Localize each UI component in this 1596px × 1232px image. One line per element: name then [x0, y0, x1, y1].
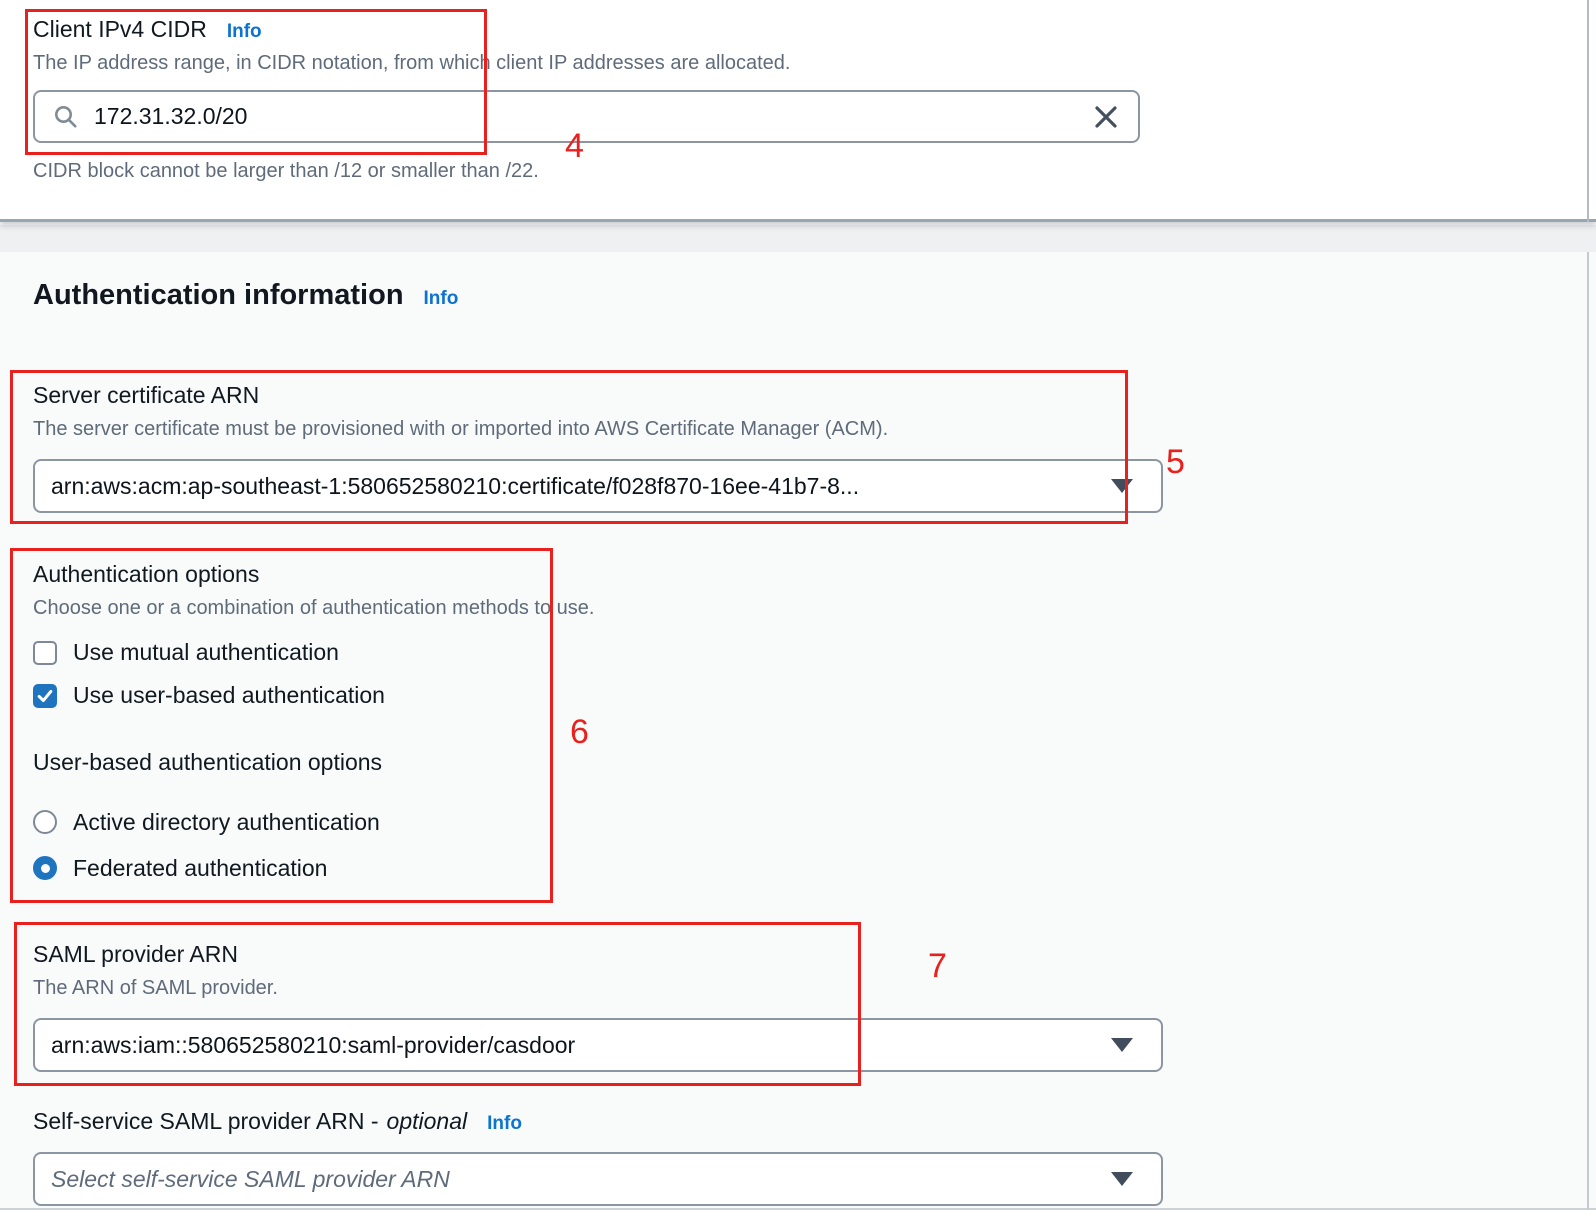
- user-based-options-group: User-based authentication options Active…: [33, 747, 1596, 891]
- client-cidr-info-link[interactable]: Info: [227, 21, 262, 43]
- self-service-saml-group: Self-service SAML provider ARN - optiona…: [33, 1106, 1596, 1206]
- server-certificate-group: Server certificate ARN The server certif…: [33, 380, 1596, 513]
- authentication-panel: Authentication information Info Server c…: [0, 252, 1596, 1210]
- active-directory-radio[interactable]: [33, 810, 57, 834]
- search-icon: [53, 104, 79, 130]
- chevron-down-icon: [1111, 479, 1133, 493]
- section-divider: [0, 225, 1596, 252]
- self-service-saml-select[interactable]: Select self-service SAML provider ARN: [33, 1152, 1163, 1206]
- clear-input-icon[interactable]: [1092, 103, 1120, 131]
- mutual-authentication-row: Use mutual authentication: [33, 631, 1596, 674]
- saml-provider-value: arn:aws:iam::580652580210:saml-provider/…: [51, 1031, 576, 1058]
- panel-right-border: [1587, 0, 1589, 222]
- saml-provider-select[interactable]: arn:aws:iam::580652580210:saml-provider/…: [33, 1018, 1163, 1072]
- chevron-down-icon: [1111, 1038, 1133, 1052]
- chevron-down-icon: [1111, 1172, 1133, 1186]
- server-certificate-select[interactable]: arn:aws:acm:ap-southeast-1:580652580210:…: [33, 459, 1163, 513]
- client-vpn-endpoint-form: Client IPv4 CIDR Info The IP address ran…: [0, 0, 1596, 1232]
- saml-provider-group: SAML provider ARN The ARN of SAML provid…: [33, 939, 1596, 1072]
- server-certificate-description: The server certificate must be provision…: [33, 418, 889, 440]
- federated-authentication-radio[interactable]: [33, 856, 57, 880]
- active-directory-row: Active directory authentication: [33, 799, 1596, 845]
- self-service-saml-placeholder: Select self-service SAML provider ARN: [51, 1165, 450, 1192]
- client-cidr-value: 172.31.32.0/20: [94, 103, 248, 129]
- server-certificate-value: arn:aws:acm:ap-southeast-1:580652580210:…: [51, 472, 860, 499]
- authentication-options-description: Choose one or a combination of authentic…: [33, 597, 595, 619]
- active-directory-label: Active directory authentication: [73, 808, 380, 835]
- client-cidr-description: The IP address range, in CIDR notation, …: [33, 52, 791, 74]
- federated-authentication-label: Federated authentication: [73, 854, 328, 881]
- authentication-info-link[interactable]: Info: [424, 288, 459, 310]
- panel-right-border: [1587, 252, 1589, 1210]
- mutual-authentication-checkbox[interactable]: [33, 640, 57, 665]
- client-cidr-panel: Client IPv4 CIDR Info The IP address ran…: [0, 0, 1596, 222]
- user-based-authentication-label: Use user-based authentication: [73, 682, 385, 708]
- federated-authentication-row: Federated authentication: [33, 845, 1596, 891]
- user-based-authentication-row: Use user-based authentication: [33, 674, 1596, 717]
- saml-provider-label: SAML provider ARN: [33, 941, 238, 967]
- server-certificate-label: Server certificate ARN: [33, 382, 260, 408]
- mutual-authentication-label: Use mutual authentication: [73, 639, 339, 665]
- self-service-saml-info-link[interactable]: Info: [487, 1113, 522, 1135]
- self-service-saml-label: Self-service SAML provider ARN -: [33, 1108, 379, 1134]
- client-cidr-label: Client IPv4 CIDR: [33, 16, 207, 42]
- user-based-options-label: User-based authentication options: [33, 749, 383, 775]
- user-based-authentication-checkbox[interactable]: [33, 683, 57, 708]
- authentication-options-label: Authentication options: [33, 561, 260, 587]
- client-cidr-constraint: CIDR block cannot be larger than /12 or …: [33, 160, 539, 182]
- client-cidr-input[interactable]: 172.31.32.0/20: [33, 90, 1140, 143]
- authentication-options-group: Authentication options Choose one or a c…: [33, 559, 1596, 717]
- authentication-heading: Authentication information: [33, 279, 404, 311]
- saml-provider-description: The ARN of SAML provider.: [33, 977, 278, 999]
- optional-label: optional: [386, 1108, 468, 1134]
